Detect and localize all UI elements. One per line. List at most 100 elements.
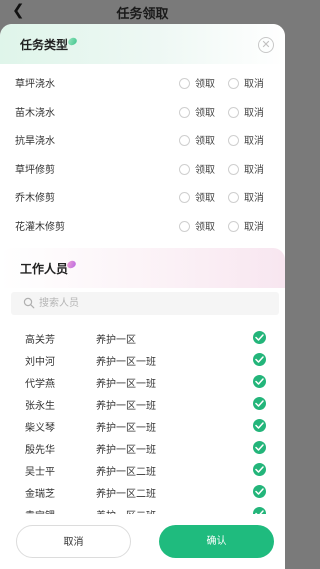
confirm-button[interactable]: 确认 xyxy=(159,525,274,558)
task-name: 抗旱浇水 xyxy=(15,136,55,147)
staff-group: 养护一区二班 xyxy=(96,507,156,514)
claim-label: 领取 xyxy=(195,221,215,233)
staff-row[interactable]: 袁宝锂 养护一区二班 xyxy=(0,503,285,514)
footer-bar: 取消 确认 xyxy=(0,514,285,569)
staff-title: 工作人员 xyxy=(20,262,69,276)
staff-group: 养护一区一班 xyxy=(96,445,156,456)
staff-name: 刘中河 xyxy=(25,357,55,368)
radio-circle-icon xyxy=(179,135,190,146)
check-circle-icon[interactable] xyxy=(253,331,266,344)
radio-circle-icon xyxy=(228,78,239,89)
task-name: 苗木浇水 xyxy=(15,107,55,119)
close-icon[interactable]: ✕ xyxy=(258,37,274,53)
task-row: 乔木修剪 领取 取消 xyxy=(0,182,285,210)
cancel-label: 取消 xyxy=(244,193,264,204)
task-type-header: 任务类型 ✕ xyxy=(0,24,285,64)
claim-radio[interactable]: 领取 xyxy=(179,218,215,233)
claim-radio[interactable]: 领取 xyxy=(179,75,215,90)
check-circle-icon[interactable] xyxy=(253,353,266,366)
staff-list: 高关芳 养护一区 刘中河 养护一区一班 代学燕 养护一区一班 张永生 养护一区一班 柴义琴 养护一… xyxy=(0,327,285,514)
staff-name: 柴义琴 xyxy=(25,423,55,434)
claim-label: 领取 xyxy=(195,107,215,119)
task-name: 花灌木修剪 xyxy=(15,221,65,233)
staff-group: 养护一区一班 xyxy=(96,423,156,434)
radio-circle-icon xyxy=(179,106,190,118)
claim-label: 领取 xyxy=(195,79,215,90)
staff-group: 养护一区 xyxy=(96,335,136,346)
top-bar: ❮ 任务领取 xyxy=(0,0,285,24)
claim-radio[interactable]: 领取 xyxy=(179,132,215,147)
claim-radio[interactable]: 领取 xyxy=(179,189,215,204)
staff-name: 代学燕 xyxy=(25,379,55,390)
staff-row[interactable]: 金瑞芝 养护一区二班 xyxy=(0,481,285,503)
cancel-radio[interactable]: 取消 xyxy=(228,218,264,233)
radio-circle-icon xyxy=(179,163,190,175)
staff-group: 养护一区一班 xyxy=(96,379,156,390)
staff-group: 养护一区一班 xyxy=(96,357,156,368)
search-box[interactable] xyxy=(11,292,279,315)
task-row: 花灌木修剪 领取 取消 xyxy=(0,211,285,239)
task-name: 草坪修剪 xyxy=(15,164,55,176)
cancel-radio[interactable]: 取消 xyxy=(228,189,264,204)
check-circle-icon[interactable] xyxy=(253,507,266,514)
cancel-radio[interactable]: 取消 xyxy=(228,161,264,176)
staff-row[interactable]: 代学燕 养护一区一班 xyxy=(0,371,285,393)
staff-row[interactable]: 张永生 养护一区一班 xyxy=(0,393,285,415)
claim-label: 领取 xyxy=(195,164,215,176)
staff-name: 高关芳 xyxy=(25,335,55,346)
staff-name: 张永生 xyxy=(25,401,55,412)
check-circle-icon[interactable] xyxy=(253,463,266,476)
staff-name: 金瑞芝 xyxy=(25,489,55,500)
check-circle-icon[interactable] xyxy=(253,375,266,388)
check-circle-icon[interactable] xyxy=(253,485,266,498)
staff-row[interactable]: 刘中河 养护一区一班 xyxy=(0,349,285,371)
cancel-label: 取消 xyxy=(244,164,264,176)
radio-circle-icon xyxy=(228,135,239,146)
task-row: 抗旱浇水 领取 取消 xyxy=(0,125,285,153)
staff-row[interactable]: 柴义琴 养护一区一班 xyxy=(0,415,285,437)
radio-circle-icon xyxy=(228,163,239,175)
task-name: 草坪浇水 xyxy=(15,79,55,90)
radio-circle-icon xyxy=(228,192,239,203)
claim-label: 领取 xyxy=(195,136,215,147)
staff-name: 袁宝锂 xyxy=(25,507,55,514)
task-row: 苗木浇水 领取 取消 xyxy=(0,97,285,125)
staff-header: 工作人员 xyxy=(0,248,285,288)
staff-row[interactable]: 殷先华 养护一区一班 xyxy=(0,437,285,459)
task-name: 乔木修剪 xyxy=(15,193,55,204)
cancel-radio[interactable]: 取消 xyxy=(228,132,264,147)
staff-name: 殷先华 xyxy=(25,445,55,456)
radio-circle-icon xyxy=(228,106,239,118)
staff-group: 养护一区一班 xyxy=(96,401,156,412)
task-type-title: 任务类型 xyxy=(20,38,69,52)
radio-circle-icon xyxy=(179,220,190,232)
leaf-decoration-icon xyxy=(66,36,79,47)
cancel-radio[interactable]: 取消 xyxy=(228,104,264,119)
page-title: 任务领取 xyxy=(116,7,169,22)
cancel-label: 取消 xyxy=(244,136,264,147)
check-circle-icon[interactable] xyxy=(253,397,266,410)
task-row: 草坪修剪 领取 取消 xyxy=(0,154,285,182)
staff-group: 养护一区二班 xyxy=(96,489,156,500)
radio-circle-icon xyxy=(179,192,190,203)
cancel-label: 取消 xyxy=(244,107,264,119)
cancel-label: 取消 xyxy=(244,221,264,233)
search-input[interactable] xyxy=(39,295,259,312)
staff-group: 养护一区二班 xyxy=(96,467,156,478)
bottom-sheet: 任务类型 ✕ 草坪浇水 领取 取消 苗木浇水 领取 取消 抗旱浇水 领取 取消 草坪修剪 领取 取消乔… xyxy=(0,24,285,569)
check-circle-icon[interactable] xyxy=(253,441,266,454)
check-circle-icon[interactable] xyxy=(253,419,266,432)
cancel-label: 取消 xyxy=(244,79,264,90)
claim-label: 领取 xyxy=(195,193,215,204)
staff-row[interactable]: 吴士平 养护一区二班 xyxy=(0,459,285,481)
radio-circle-icon xyxy=(179,78,190,89)
radio-circle-icon xyxy=(228,220,239,232)
search-icon xyxy=(23,297,35,309)
cancel-button[interactable]: 取消 xyxy=(16,525,131,558)
staff-name: 吴士平 xyxy=(25,467,55,478)
claim-radio[interactable]: 领取 xyxy=(179,161,215,176)
staff-row[interactable]: 高关芳 养护一区 xyxy=(0,327,285,349)
cancel-radio[interactable]: 取消 xyxy=(228,75,264,90)
task-row: 草坪浇水 领取 取消 xyxy=(0,68,285,96)
claim-radio[interactable]: 领取 xyxy=(179,104,215,119)
